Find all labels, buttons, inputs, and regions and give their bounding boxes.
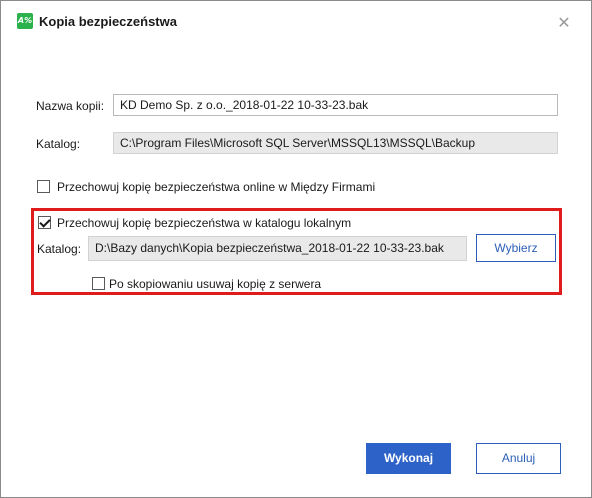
backup-name-label: Nazwa kopii:: [36, 99, 105, 113]
backup-dialog: A% Kopia bezpieczeństwa ✕ Nazwa kopii: K…: [0, 0, 592, 498]
delete-after-copy-checkbox[interactable]: [92, 277, 105, 290]
title-bar: A% Kopia bezpieczeństwa ✕: [1, 1, 591, 33]
cancel-button[interactable]: Anuluj: [476, 443, 561, 474]
catalog-field: C:\Program Files\Microsoft SQL Server\MS…: [113, 132, 558, 154]
close-icon[interactable]: ✕: [554, 13, 574, 33]
choose-button[interactable]: Wybierz: [476, 234, 556, 262]
online-backup-label: Przechowuj kopię bezpieczeństwa online w…: [57, 180, 376, 194]
local-catalog-field: D:\Bazy danych\Kopia bezpieczeństwa_2018…: [88, 236, 467, 261]
catalog-label: Katalog:: [36, 137, 81, 151]
dialog-title: Kopia bezpieczeństwa: [39, 14, 177, 29]
local-backup-label: Przechowuj kopię bezpieczeństwa w katalo…: [57, 216, 352, 230]
app-logo-icon: A%: [17, 13, 33, 29]
backup-name-input[interactable]: KD Demo Sp. z o.o._2018-01-22 10-33-23.b…: [113, 94, 558, 116]
online-backup-checkbox[interactable]: [37, 180, 50, 193]
execute-button[interactable]: Wykonaj: [366, 443, 451, 474]
local-backup-checkbox[interactable]: [38, 216, 51, 229]
local-catalog-label: Katalog:: [37, 242, 82, 256]
delete-after-copy-label: Po skopiowaniu usuwaj kopię z serwera: [109, 277, 322, 291]
